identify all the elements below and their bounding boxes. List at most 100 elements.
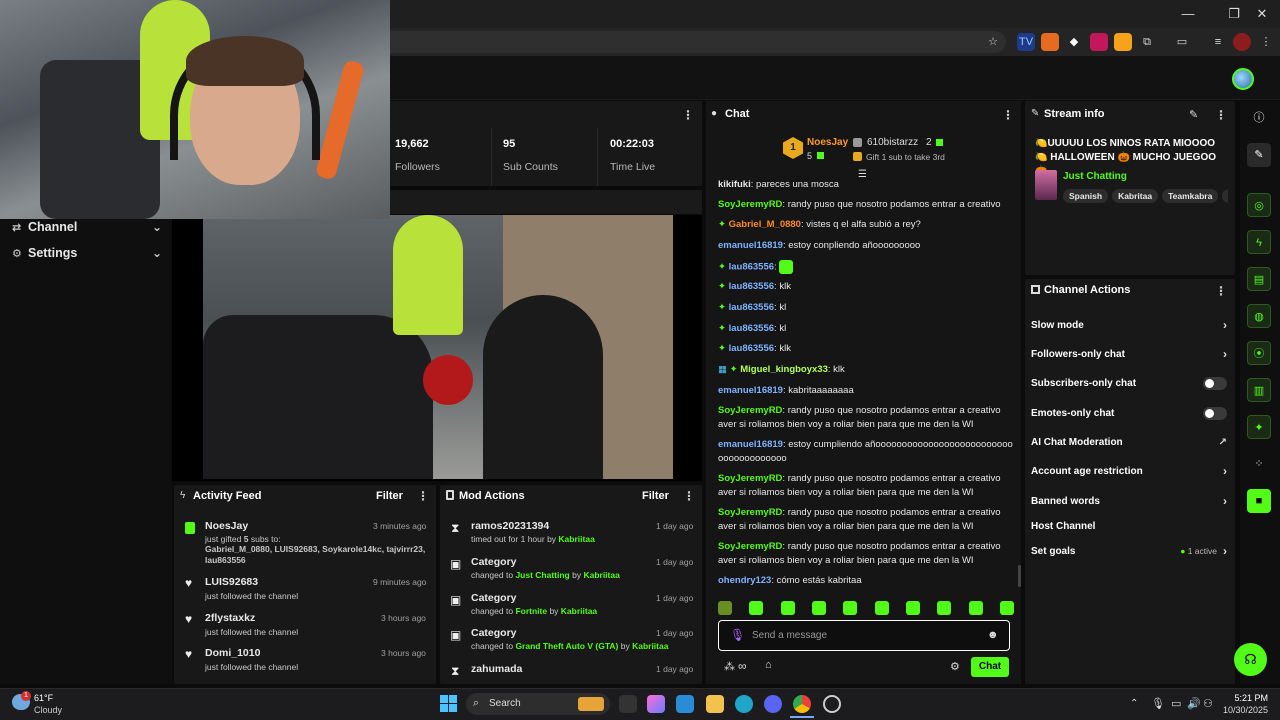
- network-icon[interactable]: ▭: [1171, 697, 1181, 710]
- channel-actions-menu-icon[interactable]: ⋮: [1215, 284, 1227, 298]
- feed-recipients[interactable]: Gabriel_M_0880, LUIS92683, Soykarole14kc…: [205, 544, 430, 566]
- stream-info-menu-icon[interactable]: ⋮: [1215, 108, 1227, 122]
- extension-icon[interactable]: ◆: [1065, 33, 1083, 51]
- emote-icon[interactable]: [718, 601, 732, 615]
- start-windows-icon[interactable]: [440, 695, 457, 712]
- edge-icon[interactable]: [735, 695, 753, 713]
- chat-message[interactable]: SoyJeremyRD: randy puso que nosotro poda…: [718, 198, 1018, 212]
- chat-message[interactable]: kikifuki: pareces una mosca: [718, 178, 1018, 192]
- chat-scrollbar[interactable]: [1018, 565, 1021, 587]
- layout-icon[interactable]: ▥: [1247, 378, 1271, 402]
- emote-icon[interactable]: [749, 601, 764, 615]
- kick-points-icon[interactable]: ⁂: [724, 660, 735, 673]
- chat-message[interactable]: SoyJeremyRD: randy puso que nosotro poda…: [718, 472, 1018, 500]
- browser-menu-icon[interactable]: ⋮: [1257, 33, 1275, 51]
- chat-message[interactable]: ohendry123: cómo estás kabritaa: [718, 574, 1018, 588]
- action-ai-moderation[interactable]: AI Chat Moderation ↗: [1031, 432, 1227, 452]
- file-explorer-icon[interactable]: [706, 695, 724, 713]
- action-emotes-only[interactable]: Emotes-only chat: [1031, 403, 1227, 423]
- close-window-button[interactable]: ✕: [1252, 6, 1272, 22]
- tag[interactable]: Kabritaa: [1112, 189, 1159, 203]
- action-slow-mode[interactable]: Slow mode ›: [1031, 315, 1227, 335]
- dots-icon[interactable]: ⁘: [1247, 452, 1271, 476]
- chat-settings-icon[interactable]: ⚙: [950, 660, 960, 673]
- emote-icon[interactable]: [905, 601, 920, 615]
- chat-message[interactable]: emanuel16819: estoy cumpliendo añooooooo…: [718, 438, 1018, 466]
- chat-bubble-icon[interactable]: ◍: [1247, 304, 1271, 328]
- help-headset-icon[interactable]: ☊: [1234, 643, 1267, 676]
- microphone-icon[interactable]: 🎙: [1151, 697, 1165, 710]
- action-set-goals[interactable]: Set goals ● 1 active ›: [1031, 541, 1227, 561]
- action-followers-only[interactable]: Followers-only chat ›: [1031, 344, 1227, 364]
- clock-time[interactable]: 5:21 PM: [1230, 693, 1268, 703]
- action-host-channel[interactable]: Host Channel: [1031, 516, 1227, 536]
- sidebar-item-settings[interactable]: ⚙ Settings ⌄: [12, 243, 162, 263]
- chat-message[interactable]: SoyJeremyRD: randy puso que nosotro poda…: [718, 404, 1018, 432]
- chat-menu-icon[interactable]: ⋮: [1002, 108, 1014, 122]
- volume-icon[interactable]: 🔊: [1187, 697, 1201, 710]
- microphone-icon[interactable]: 🎙: [730, 628, 745, 642]
- mod-menu-icon[interactable]: ⋮: [683, 489, 695, 503]
- chat-input-placeholder[interactable]: Send a message: [752, 630, 827, 641]
- clock-date[interactable]: 10/30/2025: [1223, 705, 1268, 715]
- chat-message[interactable]: ✦ lau863556: klk: [718, 280, 1018, 294]
- info-icon[interactable]: ⓘ: [1247, 106, 1271, 130]
- maximize-button[interactable]: ❐: [1224, 6, 1244, 22]
- subscribers-only-toggle[interactable]: [1203, 376, 1227, 390]
- chrome-icon[interactable]: [793, 695, 811, 713]
- emote-icon[interactable]: [874, 601, 889, 615]
- reading-list-icon[interactable]: ≡: [1209, 33, 1227, 51]
- mod-filter-button[interactable]: Filter: [642, 490, 669, 502]
- notification-icon[interactable]: ⚇: [1203, 697, 1213, 710]
- extension-icon[interactable]: [1090, 33, 1108, 51]
- profile-icon[interactable]: [1233, 33, 1251, 51]
- address-bar[interactable]: [380, 31, 1006, 53]
- search-placeholder[interactable]: Search: [489, 698, 521, 709]
- chat-message[interactable]: SoyJeremyRD: randy puso que nosotro poda…: [718, 506, 1018, 534]
- category-thumbnail[interactable]: [1035, 170, 1057, 200]
- second-gifter-name[interactable]: 610bistarzz: [867, 137, 918, 148]
- task-view-icon[interactable]: [619, 695, 637, 713]
- tag[interactable]: [1222, 189, 1228, 203]
- minimize-button[interactable]: —: [1178, 6, 1198, 22]
- store-icon[interactable]: ⌂: [765, 659, 772, 671]
- emotes-only-toggle[interactable]: [1203, 406, 1227, 420]
- emoji-picker-icon[interactable]: ☻: [987, 629, 999, 641]
- weather-desc[interactable]: Cloudy: [34, 705, 62, 715]
- stats-menu-icon[interactable]: ⋮: [682, 108, 694, 122]
- chat-message[interactable]: ✦ lau863556:: [718, 260, 1018, 275]
- emote-icon[interactable]: [937, 601, 952, 615]
- infinity-icon[interactable]: ∞: [738, 659, 747, 673]
- chat-message[interactable]: ✦ lau863556: klk: [718, 342, 1018, 356]
- discord-icon[interactable]: [764, 695, 782, 713]
- chat-message[interactable]: ✦ lau863556: kl: [718, 301, 1018, 315]
- document-icon[interactable]: ▤: [1247, 267, 1271, 291]
- action-banned-words[interactable]: Banned words ›: [1031, 491, 1227, 511]
- obs-icon[interactable]: [823, 695, 841, 713]
- chat-message[interactable]: emanuel16819: kabritaaaaaaaa: [718, 384, 1018, 398]
- bookmark-star-icon[interactable]: ☆: [984, 33, 1002, 51]
- broadcast-icon[interactable]: ⦿: [1247, 341, 1271, 365]
- activity-filter-button[interactable]: Filter: [376, 490, 403, 502]
- app-icon[interactable]: ■: [1247, 489, 1271, 513]
- extension-icon[interactable]: TV: [1017, 33, 1035, 51]
- emote-icon[interactable]: [780, 601, 795, 615]
- action-account-age[interactable]: Account age restriction ›: [1031, 461, 1227, 481]
- chat-message[interactable]: ✦ lau863556: kl: [718, 322, 1018, 336]
- chat-send-button[interactable]: Chat: [971, 657, 1009, 677]
- emote-icon[interactable]: [968, 601, 983, 615]
- emote-icon[interactable]: [843, 601, 858, 615]
- chat-message[interactable]: SoyJeremyRD: randy puso que nosotro poda…: [718, 540, 1018, 568]
- extension-icon[interactable]: [1114, 33, 1132, 51]
- emote-icon[interactable]: [999, 601, 1014, 615]
- clip-icon[interactable]: ◎: [1247, 193, 1271, 217]
- tag[interactable]: Teamkabra: [1162, 189, 1219, 203]
- edit-pencil-icon[interactable]: ✎: [1189, 108, 1198, 121]
- extension-icon[interactable]: [1041, 33, 1059, 51]
- avatar[interactable]: [1232, 68, 1254, 90]
- gift-hint[interactable]: Gift 1 sub to take 3rd: [866, 152, 945, 162]
- weather-temp[interactable]: 61°F: [34, 693, 53, 703]
- action-subscribers-only[interactable]: Subscribers-only chat: [1031, 373, 1227, 393]
- edit-icon[interactable]: ✎: [1247, 143, 1271, 167]
- activity-menu-icon[interactable]: ⋮: [417, 489, 429, 503]
